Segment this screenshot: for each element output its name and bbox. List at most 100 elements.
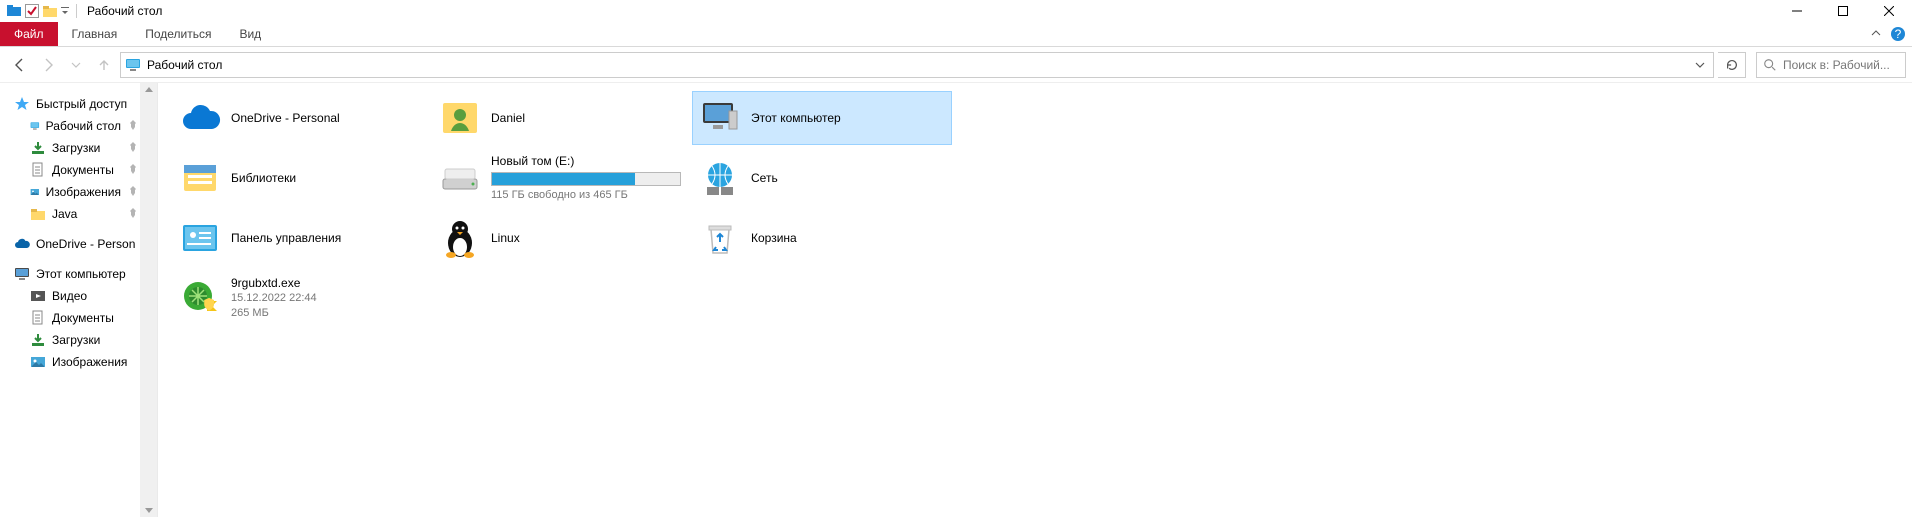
ribbon-tabs: Файл Главная Поделиться Вид ? xyxy=(0,22,1912,47)
sidebar-item-label: Изображения xyxy=(46,185,121,199)
address-dropdown-button[interactable] xyxy=(1689,54,1711,76)
item-subtext: 15.12.2022 22:44 xyxy=(231,291,317,306)
help-button[interactable]: ? xyxy=(1888,24,1908,44)
cloud-icon xyxy=(179,97,221,139)
item-network[interactable]: Сеть xyxy=(692,151,952,205)
sidebar-item-label: Документы xyxy=(52,311,114,325)
item-label: Новый том (E:) xyxy=(491,153,681,169)
folder-small-icon[interactable] xyxy=(42,3,58,19)
this-pc-header[interactable]: Этот компьютер xyxy=(4,263,157,285)
tab-share[interactable]: Поделиться xyxy=(131,22,225,46)
item-thispc[interactable]: Этот компьютер xyxy=(692,91,952,145)
window-controls xyxy=(1774,0,1912,22)
file-list[interactable]: OneDrive - Personal Daniel Этот компьютер Б… xyxy=(158,83,1912,517)
maximize-button[interactable] xyxy=(1820,0,1866,22)
pin-icon xyxy=(127,163,139,178)
item-user[interactable]: Daniel xyxy=(432,91,692,145)
address-bar[interactable]: Рабочий стол xyxy=(120,52,1714,78)
tab-label: Главная xyxy=(72,27,118,41)
search-placeholder: Поиск в: Рабочий... xyxy=(1783,58,1890,72)
cloud-icon xyxy=(14,236,30,252)
sidebar-item-label: Загрузки xyxy=(52,333,100,347)
cpanel-icon xyxy=(179,217,221,259)
this-pc-label: Этот компьютер xyxy=(36,267,126,281)
pictures-icon xyxy=(30,184,40,200)
sidebar-scrollbar[interactable] xyxy=(140,83,157,517)
close-button[interactable] xyxy=(1866,0,1912,22)
downloads-icon xyxy=(30,332,46,348)
sidebar-item-label: Рабочий стол xyxy=(46,119,121,133)
pin-icon xyxy=(127,185,139,200)
quick-access-header[interactable]: Быстрый доступ xyxy=(4,93,157,115)
properties-checkbox-icon[interactable] xyxy=(24,3,40,19)
tab-view[interactable]: Вид xyxy=(225,22,275,46)
file-tab[interactable]: Файл xyxy=(0,22,58,46)
refresh-button[interactable] xyxy=(1718,52,1746,78)
penguin-icon xyxy=(439,217,481,259)
back-button[interactable] xyxy=(8,53,32,77)
sidebar-item-pictures[interactable]: Изображения xyxy=(4,181,157,203)
videos-icon xyxy=(30,288,46,304)
tab-label: Поделиться xyxy=(145,27,211,41)
hdd-icon xyxy=(439,157,481,199)
sidebar-item-downloads[interactable]: Загрузки xyxy=(4,329,157,351)
shield-icon xyxy=(179,277,221,319)
pictures-icon xyxy=(30,354,46,370)
drive-free-text: 115 ГБ свободно из 465 ГБ xyxy=(491,188,681,203)
sidebar-item-label: Документы xyxy=(52,163,114,177)
item-onedrive[interactable]: OneDrive - Personal xyxy=(172,91,432,145)
item-label: Этот компьютер xyxy=(751,110,841,126)
libraries-icon xyxy=(179,157,221,199)
item-linux[interactable]: Linux xyxy=(432,211,692,265)
item-label: 9rgubxtd.exe xyxy=(231,275,317,291)
minimize-button[interactable] xyxy=(1774,0,1820,22)
user-icon xyxy=(439,97,481,139)
file-tab-label: Файл xyxy=(14,27,44,41)
qat-dropdown-icon[interactable] xyxy=(60,3,70,19)
downloads-icon xyxy=(30,140,46,156)
navigation-pane: Быстрый доступ Рабочий стол Загрузки Докум… xyxy=(0,83,158,517)
sidebar-item-folder[interactable]: Java xyxy=(4,203,157,225)
sidebar-item-videos[interactable]: Видео xyxy=(4,285,157,307)
quick-access-toolbar xyxy=(6,3,70,19)
item-label: Daniel xyxy=(491,110,525,126)
sidebar-item-pictures[interactable]: Изображения xyxy=(4,351,157,373)
sidebar-item-documents[interactable]: Документы xyxy=(4,159,157,181)
explorer-icon xyxy=(6,3,22,19)
item-label: Библиотеки xyxy=(231,170,296,186)
item-exe[interactable]: 9rgubxtd.exe15.12.2022 22:44265 МБ xyxy=(172,271,432,325)
sidebar-item-label: Видео xyxy=(52,289,87,303)
sidebar-item-downloads[interactable]: Загрузки xyxy=(4,137,157,159)
sidebar-item-desktop[interactable]: Рабочий стол xyxy=(4,115,157,137)
item-libraries[interactable]: Библиотеки xyxy=(172,151,432,205)
sidebar-item-label: Java xyxy=(52,207,77,221)
recent-locations-button[interactable] xyxy=(64,53,88,77)
item-label: Сеть xyxy=(751,170,778,186)
pin-icon xyxy=(127,207,139,222)
item-cpl[interactable]: Панель управления xyxy=(172,211,432,265)
search-box[interactable]: Поиск в: Рабочий... xyxy=(1756,52,1906,78)
pc-icon xyxy=(14,266,30,282)
item-recycle[interactable]: Корзина xyxy=(692,211,952,265)
main-area: Быстрый доступ Рабочий стол Загрузки Докум… xyxy=(0,83,1912,517)
window-title: Рабочий стол xyxy=(87,4,162,18)
svg-text:?: ? xyxy=(1895,27,1902,41)
quick-access-label: Быстрый доступ xyxy=(36,97,127,111)
ribbon-collapse-button[interactable] xyxy=(1866,24,1886,44)
item-drive[interactable]: Новый том (E:) 115 ГБ свободно из 465 ГБ xyxy=(432,151,692,205)
up-button[interactable] xyxy=(92,53,116,77)
onedrive-header[interactable]: OneDrive - Person xyxy=(4,233,157,255)
documents-icon xyxy=(30,310,46,326)
address-text: Рабочий стол xyxy=(147,58,1689,72)
item-label: Панель управления xyxy=(231,230,341,246)
forward-button[interactable] xyxy=(36,53,60,77)
item-label: Linux xyxy=(491,230,520,246)
recycle-icon xyxy=(699,217,741,259)
desktop-icon xyxy=(30,118,40,134)
drive-usage-bar xyxy=(491,172,681,186)
pin-icon xyxy=(127,119,139,134)
tab-home[interactable]: Главная xyxy=(58,22,132,46)
sidebar-item-documents[interactable]: Документы xyxy=(4,307,157,329)
item-label: Корзина xyxy=(751,230,797,246)
pc-icon xyxy=(699,97,741,139)
